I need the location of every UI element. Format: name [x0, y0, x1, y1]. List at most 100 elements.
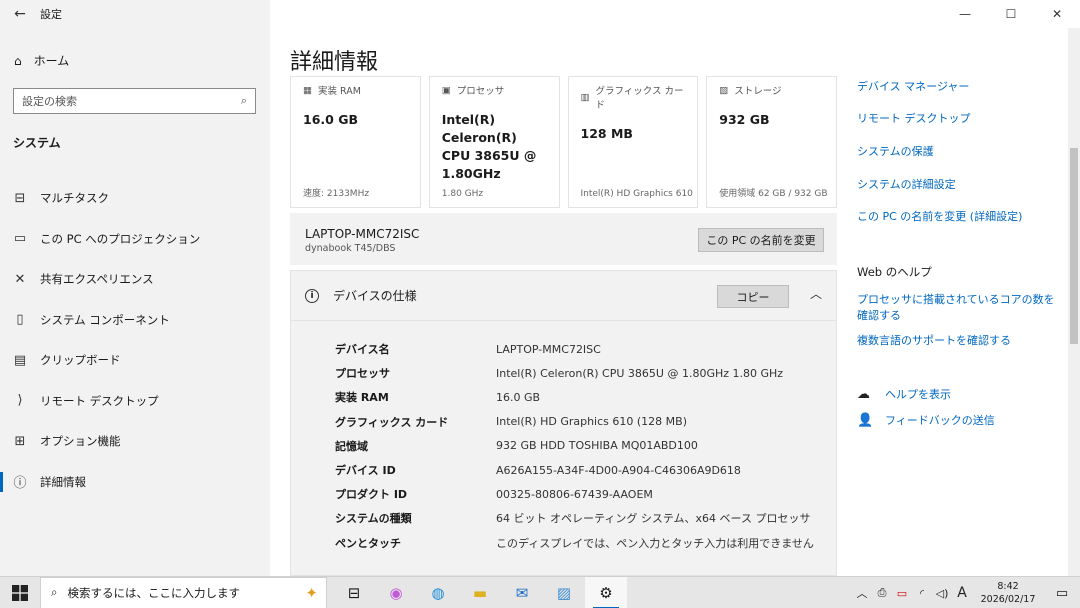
task-view-icon[interactable]: ⊟: [333, 577, 375, 608]
sidebar-nav: ⊟ マルチタスク ▭ この PC へのプロジェクション ✕ 共有エクスペリエンス…: [0, 178, 270, 502]
sidebar-item-label: システム コンポーネント: [40, 312, 170, 327]
spec-key: グラフィックス カード: [335, 415, 449, 429]
card-value: 128 MB: [580, 126, 633, 141]
ime-indicator[interactable]: A: [952, 585, 972, 601]
outlook-icon[interactable]: ✉: [501, 577, 543, 608]
device-specs-section: i デバイスの仕様 コピー ︿ デバイス名 LAPTOP-MMC72ISC プロセ…: [290, 270, 837, 576]
spec-key: 実装 RAM: [335, 391, 389, 405]
sidebar-item-multitask[interactable]: ⊟ マルチタスク: [0, 178, 270, 219]
sidebar-item-label: 詳細情報: [40, 474, 86, 489]
about-icon: ⓘ: [13, 476, 27, 492]
card-ram: ▦ 実装 RAM 16.0 GB 速度: 2133MHz: [290, 76, 421, 208]
card-label: 実装 RAM: [317, 86, 361, 97]
page-title: 詳細情報: [290, 50, 379, 75]
sidebar-item-label: この PC へのプロジェクション: [40, 231, 201, 246]
device-specs-header[interactable]: i デバイスの仕様 コピー ︿: [291, 271, 836, 321]
scrollbar[interactable]: [1068, 28, 1080, 576]
clipboard-icon: ▤: [13, 352, 27, 368]
file-explorer-icon[interactable]: ▬: [459, 577, 501, 608]
settings-search-input[interactable]: 設定の検索 ⌕: [13, 88, 256, 114]
get-help-link[interactable]: ☁ ヘルプを表示: [857, 386, 951, 402]
hardware-cards: ▦ 実装 RAM 16.0 GB 速度: 2133MHz ▣ プロセッサ Intel…: [290, 76, 837, 208]
storage-icon: ▧: [719, 84, 729, 96]
remote-desktop-icon: ⟩: [17, 393, 23, 409]
spec-row: システムの種類 64 ビット オペレーティング システム、x64 ベース プロセッ…: [335, 506, 814, 530]
sidebar-item-system-components[interactable]: ▯ システム コンポーネント: [0, 300, 270, 341]
copy-button[interactable]: コピー: [717, 285, 789, 308]
card-value: Intel(R) Celeron(R) CPU 3865U @ 1.80GHz: [441, 112, 537, 181]
projection-icon: ▭: [13, 231, 27, 247]
sidebar-item-label: クリップボード: [40, 353, 121, 368]
sidebar-item-clipboard[interactable]: ▤ クリップボード: [0, 340, 270, 381]
card-label: グラフィックス カード: [595, 86, 684, 111]
copilot-icon[interactable]: ◉: [375, 577, 417, 608]
link-system-protection[interactable]: システムの保護: [857, 143, 934, 159]
device-specs-title: デバイスの仕様: [333, 289, 417, 303]
sidebar-home[interactable]: ⌂ ホーム: [14, 52, 69, 69]
meet-now-icon[interactable]: ⎙: [872, 586, 892, 600]
rename-pc-button[interactable]: この PC の名前を変更: [698, 228, 824, 252]
start-button[interactable]: [0, 577, 40, 608]
sidebar-item-about[interactable]: ⓘ 詳細情報: [0, 462, 270, 503]
sidebar: ← 設定 ⌂ ホーム 設定の検索 ⌕ システム ⊟ マルチタスク ▭ この PC…: [0, 0, 270, 576]
spec-row: グラフィックス カード Intel(R) HD Graphics 610 (128…: [335, 410, 814, 434]
clock[interactable]: 8:42 2026/02/17: [972, 580, 1044, 606]
photos-icon[interactable]: ▨: [543, 577, 585, 608]
sidebar-item-optional-features[interactable]: ⊞ オプション機能: [0, 421, 270, 462]
search-placeholder: 設定の検索: [22, 95, 77, 108]
window-title: 設定: [40, 8, 62, 21]
link-check-cores[interactable]: プロセッサに搭載されているコアの数を確認する: [857, 292, 1062, 324]
system-components-icon: ▯: [16, 312, 24, 328]
notifications-icon[interactable]: ▭: [1044, 586, 1080, 601]
spec-value: 64 ビット オペレーティング システム、x64 ベース プロセッサ: [496, 512, 811, 526]
link-rename-pc-advanced[interactable]: この PC の名前を変更 (詳細設定): [857, 208, 1022, 224]
feedback-link[interactable]: 👤 フィードバックの送信: [857, 412, 995, 428]
processor-icon: ▣: [441, 84, 451, 96]
scrollbar-thumb[interactable]: [1070, 148, 1078, 344]
minimize-button[interactable]: —: [942, 0, 988, 28]
edge-icon[interactable]: ◍: [417, 577, 459, 608]
chevron-up-icon[interactable]: ︿: [852, 585, 872, 601]
link-check-languages[interactable]: 複数言語のサポートを確認する: [857, 332, 1011, 348]
sidebar-item-label: オプション機能: [40, 434, 121, 449]
multitask-icon: ⊟: [14, 190, 26, 206]
card-label: ストレージ: [734, 86, 782, 97]
link-remote-desktop[interactable]: リモート デスクトップ: [857, 110, 971, 126]
shared-experience-icon: ✕: [14, 271, 26, 287]
feedback-icon: 👤: [857, 412, 874, 428]
card-graphics: ▥ グラフィックス カード 128 MB Intel(R) HD Graphics…: [567, 76, 699, 208]
spec-key: 記憶域: [335, 439, 368, 453]
card-value: 16.0 GB: [303, 112, 358, 127]
spec-rows: デバイス名 LAPTOP-MMC72ISC プロセッサ Intel(R) Celer…: [335, 337, 814, 555]
settings-icon[interactable]: ⚙: [585, 576, 627, 608]
search-icon: ⌕: [240, 94, 247, 107]
taskbar: ⌕ 検索するには、ここに入力します ✦ ⊟ ◉ ◍ ▬ ✉ ▨ ⚙ ︿ ⎙ ▭ …: [0, 576, 1080, 608]
close-button[interactable]: ✕: [1034, 0, 1080, 28]
link-advanced-system-settings[interactable]: システムの詳細設定: [857, 176, 956, 192]
spec-value: 00325-80806-67439-AAOEM: [496, 487, 653, 501]
sparkle-icon: ✦: [305, 583, 318, 602]
sidebar-item-remote-desktop[interactable]: ⟩ リモート デスクトップ: [0, 381, 270, 422]
battery-icon[interactable]: ▭: [892, 587, 912, 600]
spec-key: システムの種類: [335, 512, 412, 526]
back-arrow-icon[interactable]: ←: [0, 6, 40, 22]
maximize-button[interactable]: ☐: [988, 0, 1034, 28]
card-processor: ▣ プロセッサ Intel(R) Celeron(R) CPU 3865U @ 1…: [428, 76, 560, 208]
help-label: ヘルプを表示: [885, 388, 951, 401]
sidebar-item-projection[interactable]: ▭ この PC へのプロジェクション: [0, 219, 270, 260]
web-help-title: Web のヘルプ: [857, 265, 932, 279]
spec-value: Intel(R) Celeron(R) CPU 3865U @ 1.80GHz …: [496, 366, 784, 380]
sidebar-item-shared-experience[interactable]: ✕ 共有エクスペリエンス: [0, 259, 270, 300]
link-device-manager[interactable]: デバイス マネージャー: [857, 78, 969, 94]
taskbar-apps: ⊟ ◉ ◍ ▬ ✉ ▨ ⚙: [333, 576, 627, 608]
spec-row: プロダクト ID 00325-80806-67439-AAOEM: [335, 482, 814, 506]
spec-row: プロセッサ Intel(R) Celeron(R) CPU 3865U @ 1.8…: [335, 361, 814, 385]
spec-key: プロセッサ: [335, 367, 390, 381]
taskbar-search-box[interactable]: ⌕ 検索するには、ここに入力します ✦: [40, 576, 327, 608]
chevron-up-icon[interactable]: ︿: [810, 285, 822, 302]
windows-logo-icon: [12, 584, 28, 601]
spec-row: ペンとタッチ このディスプレイでは、ペン入力とタッチ入力は利用できません: [335, 531, 814, 555]
taskbar-search-placeholder: 検索するには、ここに入力します: [67, 585, 240, 600]
volume-icon[interactable]: ◁): [932, 587, 952, 600]
wifi-icon[interactable]: ◜: [912, 587, 932, 600]
